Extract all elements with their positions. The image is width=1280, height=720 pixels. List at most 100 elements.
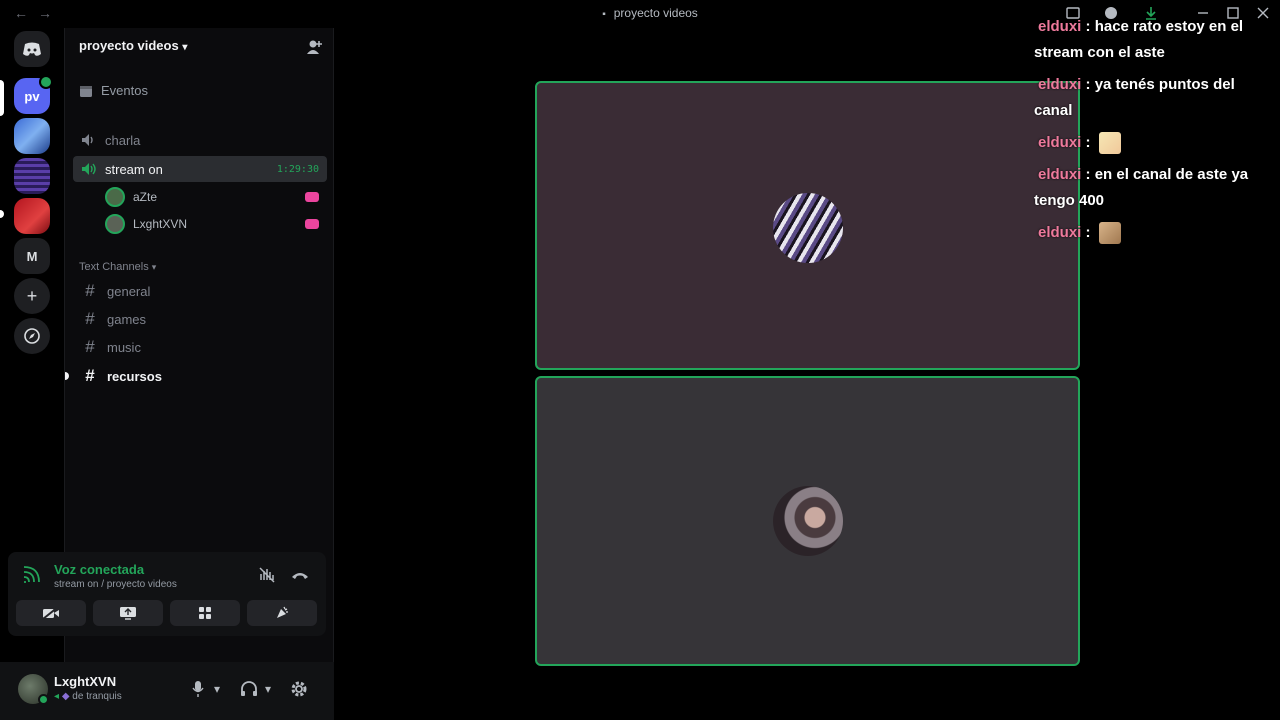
hashtag-icon: #	[85, 366, 95, 385]
window-title-text: proyecto videos	[613, 6, 698, 20]
speaker-icon	[82, 163, 96, 175]
headphones-icon	[241, 681, 257, 696]
mic-options-chevron-icon[interactable]: ▾	[214, 679, 220, 699]
voice-channel-charla[interactable]: charla	[73, 127, 327, 153]
chat-message: elduxi : hace rato estoy en el stream co…	[1034, 18, 1244, 61]
hashtag-icon: #	[85, 309, 95, 328]
category-label: Text Channels	[79, 261, 149, 273]
category-text-channels[interactable]: Text Channels ▾	[79, 261, 156, 273]
stream-chat-overlay: elduxi : hace rato estoy en el stream co…	[1034, 14, 1274, 252]
server-pv-label: pv	[24, 88, 40, 104]
live-stream-icon	[305, 192, 319, 202]
chat-username: elduxi	[1038, 18, 1082, 35]
chat-username: elduxi	[1038, 134, 1082, 151]
text-channel-recursos[interactable]: # recursos	[65, 363, 327, 389]
avatar	[105, 214, 125, 234]
microphone-icon	[192, 681, 204, 697]
live-stream-icon	[305, 219, 319, 229]
voice-user-azte[interactable]: aZte	[105, 185, 327, 209]
activities-button[interactable]	[170, 600, 240, 626]
chevron-down-icon: ▾	[182, 42, 188, 53]
unread-indicator	[0, 210, 4, 218]
emote-icon	[1098, 222, 1121, 245]
voice-user-lxghtxvn[interactable]: LxghtXVN	[105, 212, 327, 236]
channel-name: general	[107, 283, 151, 299]
server-icon-3[interactable]	[14, 198, 50, 234]
voice-activity-icon: ◂	[54, 691, 60, 702]
server-m[interactable]: M	[14, 238, 50, 274]
deafen-button[interactable]	[240, 679, 258, 699]
chat-message: elduxi :	[1034, 130, 1274, 156]
discord-home-button[interactable]	[14, 31, 50, 67]
chat-username: elduxi	[1038, 166, 1082, 183]
voice-user-name: LxghtXVN	[133, 217, 188, 231]
server-icon-2[interactable]	[14, 158, 50, 194]
events-row[interactable]: Eventos	[79, 83, 148, 98]
chat-message: elduxi : en el canal de aste ya tengo 40…	[1034, 166, 1249, 209]
chat-username: elduxi	[1038, 76, 1082, 93]
server-icon-1[interactable]	[14, 118, 50, 154]
text-channel-general[interactable]: # general	[73, 278, 327, 304]
invite-people-icon[interactable]	[305, 38, 323, 56]
signal-icon[interactable]	[22, 566, 40, 584]
discord-icon	[23, 42, 41, 56]
server-proyecto-videos[interactable]: pv	[14, 75, 53, 114]
user-status: ◂ ◆ de tranquis	[54, 691, 122, 702]
channel-name: charla	[105, 132, 141, 148]
voice-channel-stream-on[interactable]: stream on 1:29:30	[73, 156, 327, 182]
events-label: Eventos	[101, 83, 148, 98]
voice-location: stream on / proyecto videos	[54, 579, 177, 590]
avatar	[105, 187, 125, 207]
selected-server-indicator	[0, 80, 4, 116]
gear-icon	[291, 681, 307, 697]
video-tile-azte[interactable]	[535, 81, 1080, 370]
compass-icon	[24, 328, 40, 344]
server-name: proyecto videos	[79, 38, 179, 53]
plus-icon: +	[26, 285, 38, 306]
voice-connection-panel: Voz conectada stream on / proyecto video…	[8, 552, 326, 636]
game-icon: ◆	[61, 691, 70, 702]
online-status-icon	[38, 694, 49, 705]
chat-username: elduxi	[1038, 224, 1082, 241]
voice-status[interactable]: Voz conectada	[54, 562, 144, 577]
channel-name: recursos	[107, 368, 162, 384]
server-header[interactable]: proyecto videos ▾	[79, 38, 187, 53]
add-server-button[interactable]: +	[14, 278, 50, 314]
server-icon: ▪	[602, 9, 606, 20]
custom-status-text: de tranquis	[72, 691, 122, 702]
explore-servers-button[interactable]	[14, 318, 50, 354]
chevron-down-icon: ▾	[151, 262, 157, 272]
channel-name: games	[107, 311, 147, 327]
server-badge	[39, 75, 53, 89]
chat-message: elduxi :	[1034, 220, 1274, 246]
camera-button[interactable]	[16, 600, 86, 626]
voice-timer: 1:29:30	[276, 163, 319, 175]
audio-options-chevron-icon[interactable]: ▾	[265, 679, 271, 699]
noise-suppression-icon[interactable]	[258, 566, 276, 584]
soundboard-icon	[277, 606, 288, 618]
speaker-icon	[82, 134, 93, 146]
user-name[interactable]: LxghtXVN	[54, 674, 116, 689]
activities-icon	[199, 607, 211, 619]
participant-avatar	[773, 486, 843, 556]
mute-button[interactable]	[191, 679, 205, 699]
screen-share-button[interactable]	[93, 600, 163, 626]
text-channel-games[interactable]: # games	[73, 306, 327, 332]
emote-icon	[1098, 132, 1121, 155]
screen-share-icon	[120, 607, 136, 620]
channel-name: stream on	[105, 161, 163, 177]
user-panel: LxghtXVN ◂ ◆ de tranquis ▾ ▾	[0, 662, 334, 720]
disconnect-icon[interactable]	[290, 568, 310, 582]
hashtag-icon: #	[85, 281, 95, 300]
text-channel-music[interactable]: # music	[73, 334, 327, 360]
voice-user-name: aZte	[133, 190, 158, 204]
participant-avatar	[773, 193, 843, 263]
camera-off-icon	[42, 606, 59, 620]
server-m-label: M	[26, 248, 38, 264]
settings-button[interactable]	[290, 679, 308, 699]
channel-name: music	[107, 339, 141, 355]
soundboard-button[interactable]	[247, 600, 317, 626]
chat-message: elduxi : ya tenés puntos del canal	[1034, 76, 1235, 119]
hashtag-icon: #	[85, 337, 95, 356]
video-tile-lxghtxvn[interactable]	[535, 376, 1080, 666]
